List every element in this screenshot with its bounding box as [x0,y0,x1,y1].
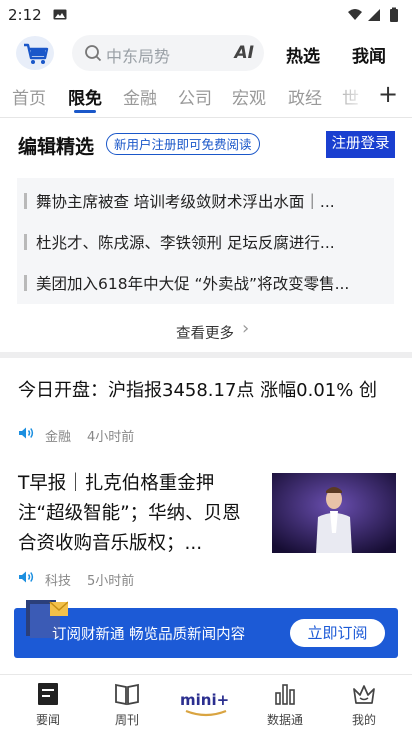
see-more-link[interactable]: 查看更多 [176,322,234,343]
mini-plus-logo: mini+ [180,691,229,717]
status-bar: 2:12 [0,0,412,30]
banner-text: 订阅财新通 畅览品质新闻内容 [52,627,246,643]
search-placeholder: 中东局势 [106,47,171,66]
article-title[interactable]: 今日开盘：沪指报3458.17点 涨幅0.01% 创 [18,376,404,402]
pick-title: 舞协主席被查 培训考级敛财术浮出水面｜... [36,193,335,211]
add-channel-icon[interactable]: + [378,82,398,106]
nav-profile[interactable]: 我的 [329,675,399,733]
divider [0,117,412,118]
book-icon [115,683,139,706]
tab-politics[interactable]: 政经 [288,84,322,109]
signal-battery-icons [348,7,398,22]
category-tabs: 首页 限免 金融 公司 宏观 政经 世 + [0,80,412,113]
audio-icon[interactable] [18,570,36,584]
subscribe-banner[interactable]: 订阅财新通 畅览品质新闻内容 立即订阅 [14,600,398,658]
article-tag[interactable]: 金融 [45,426,71,445]
active-tab-indicator [74,110,96,113]
editor-picks-list: 舞协主席被查 培训考级敛财术浮出水面｜... 杜兆才、陈戌源、李铁领刑 足坛反腐… [17,178,394,304]
subscribe-button[interactable]: 立即订阅 [290,619,385,647]
pick-title: 杜兆才、陈戌源、李铁领刑 足坛反腐进行... [36,234,335,252]
tab-fade [330,80,370,112]
article-title[interactable]: T早报｜扎克伯格重金押注“超级智能”；华纳、贝恩合资收购音乐版权；... [18,469,246,559]
list-bullet [24,275,27,291]
hot-picks-link[interactable]: 热选 [286,42,320,67]
nav-label: 数据通 [266,713,303,727]
ai-search-icon[interactable]: AI [235,43,254,63]
list-bullet [24,234,27,250]
bottom-nav: 要闻 周刊 mini+ 数据通 我的 [0,674,412,733]
nav-label: 我的 [351,713,376,727]
search-icon [85,45,102,62]
tab-macro[interactable]: 宏观 [232,84,266,109]
nav-label: 周刊 [114,713,139,727]
article-tag[interactable]: 科技 [45,570,71,589]
list-item[interactable]: 舞协主席被查 培训考级敛财术浮出水面｜... [17,190,394,212]
chevron-right-icon: › [242,318,250,339]
mini-plus-label: mini+ [180,691,229,709]
nav-weekly[interactable]: 周刊 [92,675,162,733]
register-login-button[interactable]: 注册登录 [326,131,395,158]
audio-icon[interactable] [18,426,36,440]
pick-title: 美团加入618年中大促 “外卖战”将改变零售... [36,275,350,293]
speaker-photo [272,473,396,553]
status-time: 2:12 [8,6,42,24]
article-time: 5小时前 [87,574,135,589]
tab-finance[interactable]: 金融 [123,84,157,109]
ask-link[interactable]: 我闻 [352,42,386,67]
crown-icon [353,685,375,704]
nav-label: 要闻 [35,713,60,727]
search-input[interactable]: 中东局势 AI [72,35,264,71]
mall-button[interactable] [16,36,54,70]
section-title: 编辑精选 [18,136,95,158]
article-time: 4小时前 [87,430,135,445]
list-item[interactable]: 美团加入618年中大促 “外卖战”将改变零售... [17,272,394,294]
list-item[interactable]: 杜兆才、陈戌源、李铁领刑 足坛反腐进行... [17,231,394,253]
section-divider [0,352,412,358]
tab-home[interactable]: 首页 [12,84,46,109]
news-icon [38,683,58,705]
free-read-badge[interactable]: 新用户注册即可免费阅读 [106,133,260,155]
search-row: 中东局势 AI 热选 我闻 [0,30,412,78]
nav-mini[interactable]: mini+ [171,675,241,733]
tab-free[interactable]: 限免 [68,84,102,109]
cart-icon [24,43,49,64]
nav-data[interactable]: 数据通 [250,675,320,733]
image-notification-icon [53,9,67,20]
tab-company[interactable]: 公司 [178,84,212,109]
chart-icon [275,684,295,705]
nav-news[interactable]: 要闻 [13,675,83,733]
list-bullet [24,193,27,209]
article-thumbnail[interactable] [272,473,396,553]
